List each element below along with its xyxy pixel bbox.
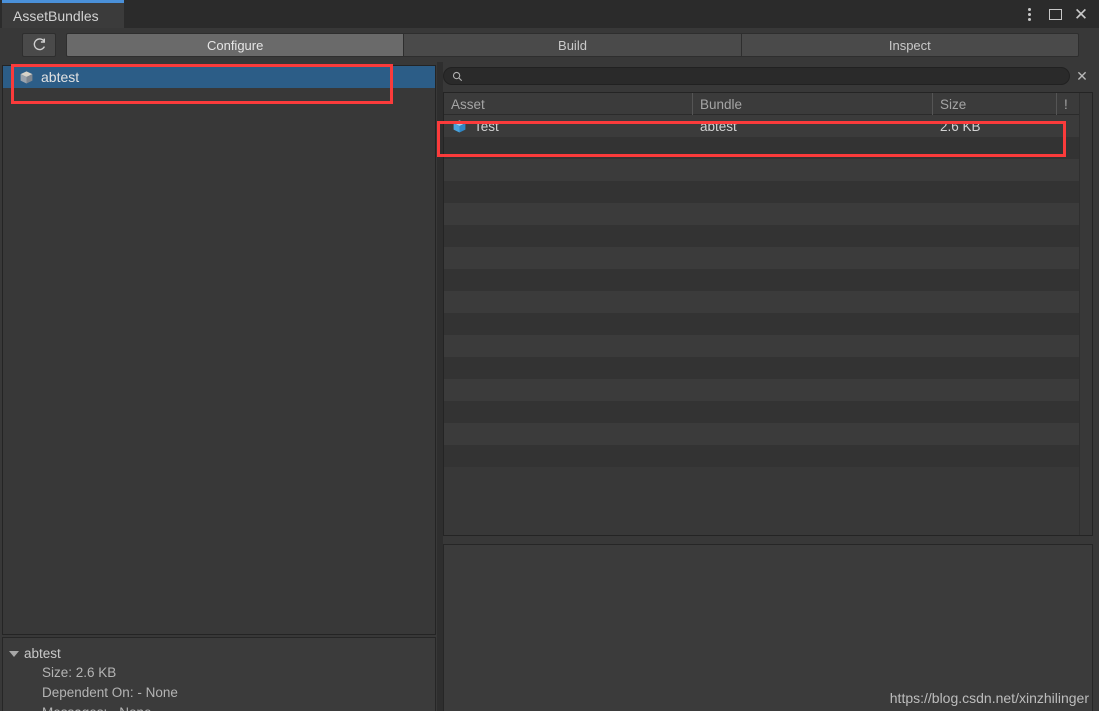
assetbundle-browser-window: AssetBundles ✕ Configure Build Inspect a… — [0, 0, 1099, 711]
refresh-icon[interactable] — [22, 33, 56, 57]
table-row[interactable] — [444, 357, 1092, 379]
table-row[interactable] — [444, 269, 1092, 291]
cell-flag — [1056, 115, 1080, 137]
table-row[interactable] — [444, 181, 1092, 203]
cell-bundle: abtest — [692, 115, 932, 137]
close-icon[interactable]: ✕ — [1069, 1, 1093, 27]
bundle-detail-title: abtest — [24, 645, 61, 661]
window-controls: ✕ — [1017, 0, 1093, 28]
cell-label-size: 2.6 KB — [940, 118, 981, 134]
bundle-detail-size: Size: 2.6 KB — [42, 665, 117, 680]
bundle-detail-header[interactable]: abtest — [9, 644, 435, 663]
search-field[interactable] — [443, 67, 1070, 85]
table-row[interactable] — [444, 379, 1092, 401]
table-row[interactable] — [444, 401, 1092, 423]
table-row[interactable] — [444, 203, 1092, 225]
search-icon — [452, 71, 463, 81]
main-split: abtest abtest Size: 2.6 KB Dependent On:… — [0, 62, 1099, 711]
search-clear-icon[interactable]: ✕ — [1072, 66, 1092, 86]
search-bar: ✕ — [443, 65, 1093, 87]
table-row[interactable] — [444, 291, 1092, 313]
asset-list: Asset Bundle Size ! Test abtest 2.6 KB — [443, 92, 1093, 536]
toolbar: Configure Build Inspect — [0, 28, 1099, 62]
chevron-down-icon[interactable] — [9, 650, 19, 657]
table-row[interactable] — [444, 423, 1092, 445]
prefab-icon — [453, 119, 466, 132]
column-header-size[interactable]: Size — [932, 93, 1056, 115]
table-row[interactable] — [444, 225, 1092, 247]
left-pane: abtest abtest Size: 2.6 KB Dependent On:… — [0, 62, 437, 711]
search-input[interactable] — [468, 69, 1028, 83]
right-pane: ✕ Asset Bundle Size ! Test abtest 2.6 KB h… — [443, 62, 1099, 711]
column-header-flag[interactable]: ! — [1056, 93, 1080, 115]
table-row[interactable] — [444, 159, 1092, 181]
cell-label-bundle: abtest — [700, 118, 737, 134]
table-row[interactable]: Test abtest 2.6 KB — [444, 115, 1092, 137]
cell-label-asset: Test — [474, 118, 499, 134]
bundle-tree-item-abtest[interactable]: abtest — [3, 66, 435, 88]
asset-list-header: Asset Bundle Size ! — [444, 93, 1092, 115]
bundle-detail-pane: abtest Size: 2.6 KB Dependent On: - None… — [2, 637, 436, 711]
mode-button-build[interactable]: Build — [404, 33, 742, 57]
table-row[interactable] — [444, 137, 1092, 159]
bundle-detail-messages: Messages: - None — [9, 703, 435, 711]
bundle-tree[interactable]: abtest — [2, 65, 436, 635]
tab-label: AssetBundles — [13, 7, 99, 24]
column-header-bundle[interactable]: Bundle — [692, 93, 932, 115]
table-row[interactable] — [444, 313, 1092, 335]
cell-asset: Test — [444, 115, 692, 137]
table-row[interactable] — [444, 445, 1092, 467]
mode-button-inspect[interactable]: Inspect — [741, 33, 1079, 57]
cell-size: 2.6 KB — [932, 115, 1056, 137]
maximize-icon[interactable] — [1043, 1, 1067, 27]
bundle-icon — [20, 70, 33, 83]
asset-inspector-pane — [443, 544, 1093, 711]
asset-list-scrollbar[interactable] — [1079, 93, 1092, 535]
mode-buttons: Configure Build Inspect — [66, 33, 1079, 57]
window-titlebar: AssetBundles ✕ — [0, 0, 1099, 28]
table-row[interactable] — [444, 247, 1092, 269]
bundle-detail-dependent-on: Dependent On: - None — [42, 685, 178, 700]
table-row[interactable] — [444, 335, 1092, 357]
column-header-asset[interactable]: Asset — [444, 93, 692, 115]
asset-list-rows: Test abtest 2.6 KB — [444, 115, 1092, 467]
kebab-menu-icon[interactable] — [1017, 1, 1041, 27]
bundle-tree-item-label: abtest — [41, 69, 80, 85]
mode-button-configure[interactable]: Configure — [66, 33, 405, 57]
tab-assetbundles[interactable]: AssetBundles — [2, 0, 124, 28]
watermark: https://blog.csdn.net/xinzhilinger — [889, 690, 1089, 706]
